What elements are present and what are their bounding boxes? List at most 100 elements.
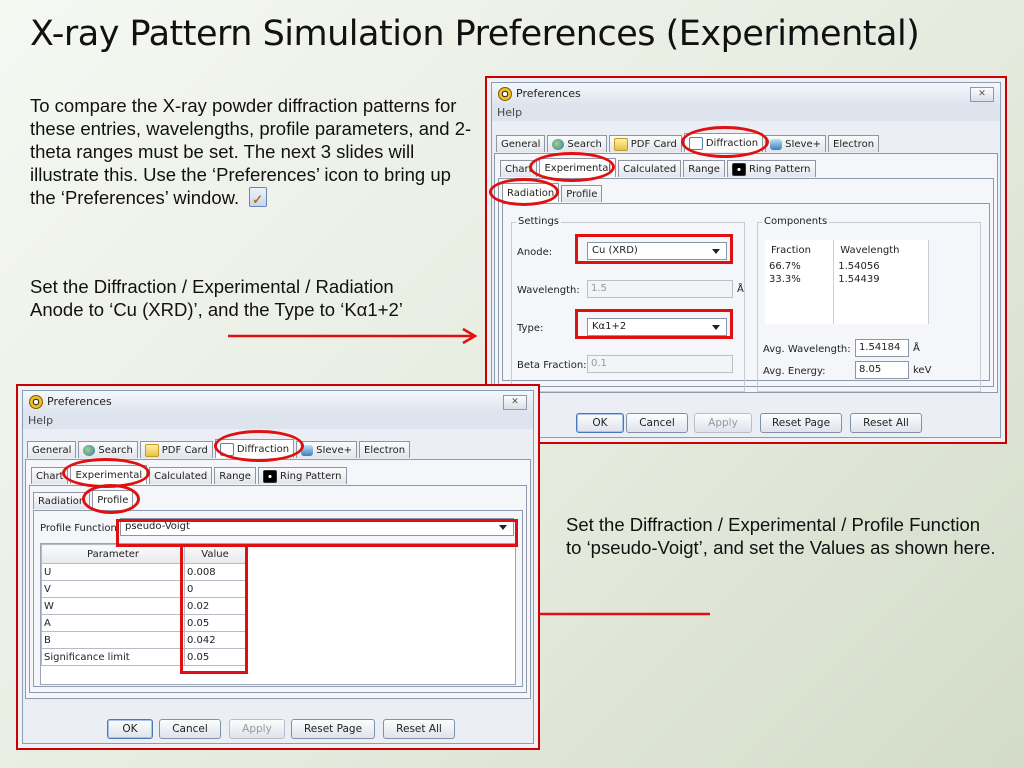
tab-label: Experimental (75, 469, 143, 481)
tab-label: Diffraction (705, 137, 759, 149)
tab-profile[interactable]: Profile (92, 490, 134, 509)
tab-general[interactable]: General (27, 441, 77, 458)
tab-experimental[interactable]: Experimental (539, 158, 617, 177)
tab-chart[interactable]: Chart (31, 467, 69, 484)
tab-diffraction[interactable]: Diffraction (214, 439, 295, 458)
intro-paragraph: To compare the X-ray powder diffraction … (30, 94, 475, 211)
window-title: Preferences (47, 395, 112, 408)
wavelength-field[interactable]: 1.5 (587, 280, 733, 298)
sieve-icon (301, 444, 314, 456)
diffraction-icon (688, 136, 703, 150)
reset-all-button[interactable]: Reset All (850, 413, 922, 433)
tab-label: Radiation (507, 187, 555, 199)
parameter-cell: W (41, 597, 185, 615)
tab-diffraction[interactable]: Diffraction (683, 133, 764, 152)
window-title: Preferences (516, 87, 581, 100)
value-cell[interactable]: 0 (184, 580, 246, 598)
tab-search[interactable]: Search (547, 135, 607, 152)
beta-fraction-field[interactable]: 0.1 (587, 355, 733, 373)
tab-sieve[interactable]: SIeve+ (765, 135, 827, 152)
experimental-tabs: Radiation Profile (502, 183, 604, 203)
close-button[interactable]: ✕ (503, 395, 527, 410)
menu-help[interactable]: Help (28, 414, 53, 427)
table-row[interactable]: 66.7% 1.54056 (765, 260, 929, 273)
type-label: Type: (517, 323, 544, 334)
close-button[interactable]: ✕ (970, 87, 994, 102)
tab-pdf-card[interactable]: PDF Card (139, 441, 213, 458)
value-cell[interactable]: 0.042 (184, 631, 246, 649)
avg-wavelength-field: 1.54184 (855, 339, 909, 357)
tab-label: Diffraction (236, 443, 290, 455)
column-parameter: Parameter (41, 544, 185, 564)
apply-button[interactable]: Apply (229, 719, 285, 739)
avg-energy-label: Avg. Energy: (763, 366, 826, 377)
column-value: Value (184, 544, 246, 564)
tab-label: SIeve+ (316, 444, 353, 456)
tab-sieve[interactable]: SIeve+ (296, 441, 358, 458)
preferences-window-radiation: Preferences ✕ Help General Search PDF Ca… (485, 76, 1007, 444)
tab-label: PDF Card (161, 444, 208, 456)
sub-tabs: Chart Experimental Calculated Range Ring… (31, 465, 349, 485)
table-row[interactable]: W 0.02 (41, 597, 246, 615)
tab-label: Range (688, 163, 720, 175)
reset-page-button[interactable]: Reset Page (760, 413, 842, 433)
ring-pattern-icon (262, 469, 277, 483)
search-icon (552, 138, 565, 150)
beta-fraction-label: Beta Fraction: (517, 360, 587, 371)
table-row[interactable]: B 0.042 (41, 631, 246, 649)
table-row[interactable]: A 0.05 (41, 614, 246, 632)
reset-all-button[interactable]: Reset All (383, 719, 455, 739)
fraction-cell: 33.3% (765, 273, 835, 286)
tab-range[interactable]: Range (683, 160, 725, 177)
value-cell[interactable]: 0.05 (184, 648, 246, 666)
tab-radiation[interactable]: Radiation (33, 492, 91, 509)
tab-electron[interactable]: Electron (828, 135, 880, 152)
profile-function-value: pseudo-Voigt (125, 521, 190, 532)
tab-pdf-card[interactable]: PDF Card (608, 135, 682, 152)
tab-radiation[interactable]: Radiation (502, 183, 560, 202)
profile-note: Set the Diffraction / Experimental / Pro… (566, 514, 996, 558)
tab-chart[interactable]: Chart (500, 160, 538, 177)
tab-search[interactable]: Search (78, 441, 138, 458)
tab-label: Ring Pattern (748, 163, 811, 175)
title-bar[interactable]: Preferences ✕ (23, 391, 533, 414)
tab-ring-pattern[interactable]: Ring Pattern (726, 160, 816, 177)
menu-help[interactable]: Help (497, 106, 522, 119)
table-row[interactable]: Significance limit 0.05 (41, 648, 246, 666)
profile-function-select[interactable]: pseudo-Voigt (120, 518, 514, 536)
apply-button[interactable]: Apply (694, 413, 752, 433)
anode-select[interactable]: Cu (XRD) (587, 242, 727, 260)
table-row[interactable]: 33.3% 1.54439 (765, 273, 929, 286)
chevron-down-icon (712, 249, 720, 254)
components-title: Components (762, 216, 830, 227)
ok-button[interactable]: OK (107, 719, 153, 739)
value-cell[interactable]: 0.008 (184, 563, 246, 581)
parameter-cell: V (41, 580, 185, 598)
cancel-button[interactable]: Cancel (159, 719, 221, 739)
tab-electron[interactable]: Electron (359, 441, 411, 458)
title-bar[interactable]: Preferences ✕ (492, 83, 1000, 106)
tab-experimental[interactable]: Experimental (70, 465, 148, 484)
tab-profile[interactable]: Profile (561, 185, 603, 202)
cancel-button[interactable]: Cancel (626, 413, 688, 433)
reset-page-button[interactable]: Reset Page (291, 719, 375, 739)
tab-calculated[interactable]: Calculated (618, 160, 682, 177)
tab-label: SIeve+ (785, 138, 822, 150)
tab-ring-pattern[interactable]: Ring Pattern (257, 467, 347, 484)
value-cell[interactable]: 0.05 (184, 614, 246, 632)
table-row[interactable]: V0 (41, 580, 246, 598)
ok-button[interactable]: OK (576, 413, 624, 433)
tab-general[interactable]: General (496, 135, 546, 152)
search-icon (83, 444, 96, 456)
table-row[interactable]: U 0.008 (41, 563, 246, 581)
type-select[interactable]: Kα1+2 (587, 318, 727, 336)
tab-range[interactable]: Range (214, 467, 256, 484)
profile-panel: Profile Function: pseudo-Voigt Parameter… (33, 510, 523, 687)
chevron-down-icon (712, 325, 720, 330)
tab-calculated[interactable]: Calculated (149, 467, 213, 484)
tab-label: Range (219, 470, 251, 482)
sieve-icon (770, 138, 783, 150)
tab-label: PDF Card (630, 138, 677, 150)
value-cell[interactable]: 0.02 (184, 597, 246, 615)
tab-label: Ring Pattern (279, 470, 342, 482)
